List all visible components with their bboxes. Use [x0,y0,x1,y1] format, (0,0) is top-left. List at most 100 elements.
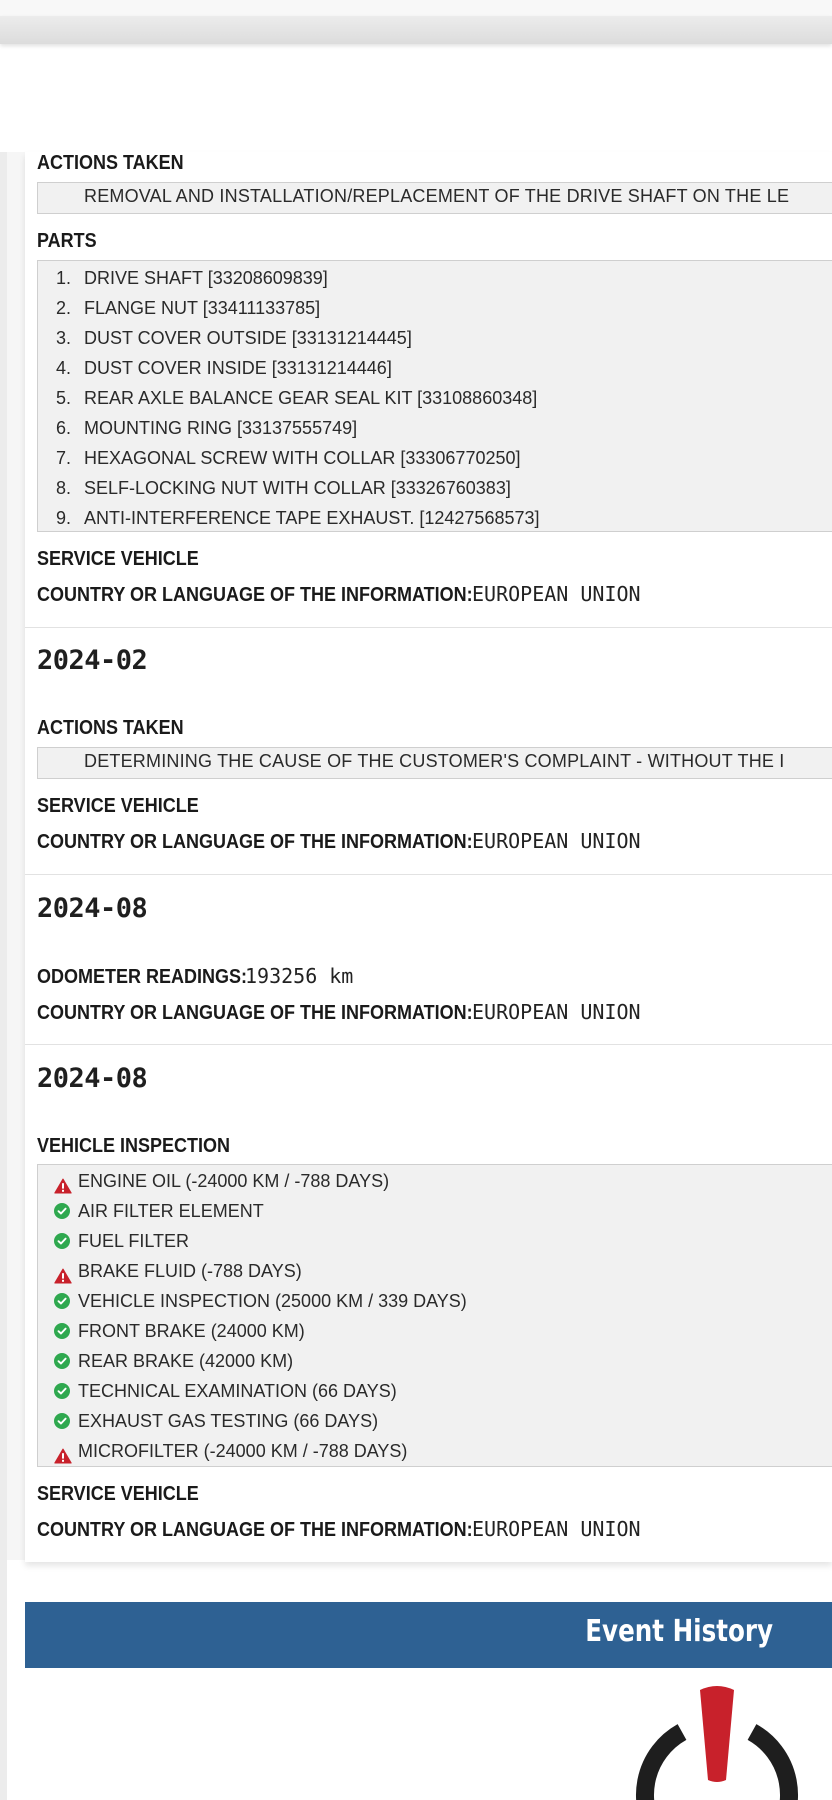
part-text: HEXAGONAL SCREW WITH COLLAR [33306770250… [84,448,521,468]
inspection-item: BRAKE FLUID (-788 DAYS) [38,1256,832,1286]
part-item: 3. DUST COVER OUTSIDE [33131214445] [38,323,832,353]
part-number: 8. [56,478,72,498]
actions-taken-label: ACTIONS TAKEN [37,717,184,739]
entry-divider [25,1044,832,1045]
country-value: EUROPEAN UNION [472,582,641,606]
inspection-item-text: REAR BRAKE (42000 KM) [78,1351,294,1371]
part-text: SELF-LOCKING NUT WITH COLLAR [3332676038… [84,478,511,498]
inspection-item-text: TECHNICAL EXAMINATION (66 DAYS) [78,1381,397,1401]
odometer-value: 193256 [245,964,318,988]
parts-list: 1. DRIVE SHAFT [33208609839] 2. FLANGE NUT … [38,261,832,531]
country-label: COUNTRY OR LANGUAGE OF THE INFORMATION: [37,1002,473,1024]
parts-box: 1. DRIVE SHAFT [33208609839] 2. FLANGE NUT … [37,260,832,532]
part-item: 8. SELF-LOCKING NUT WITH COLLAR [33326760… [38,473,832,503]
inspection-item: REAR BRAKE (42000 KM) [38,1346,832,1376]
entry-divider [25,874,832,875]
vehicle-inspection-label: VEHICLE INSPECTION [37,1135,231,1157]
check-icon [54,1413,70,1429]
inspection-box: ENGINE OIL (-24000 KM / -788 DAYS) AIR FI… [37,1164,832,1467]
part-text: REAR AXLE BALANCE GEAR SEAL KIT [3310886… [84,388,538,408]
part-number: 5. [56,388,72,408]
odometer-label: ODOMETER READINGS: [37,966,248,988]
odometer-unit: km [329,964,354,988]
part-number: 3. [56,328,72,348]
inspection-item: FUEL FILTER [38,1226,832,1256]
inspection-item-text: AIR FILTER ELEMENT [78,1201,264,1221]
inspection-item: AIR FILTER ELEMENT [38,1196,832,1226]
part-number: 6. [56,418,72,438]
entry-divider [25,627,832,628]
inspection-item-text: ENGINE OIL (-24000 KM / -788 DAYS) [78,1171,390,1191]
warning-icon [54,1173,72,1194]
inspection-list: ENGINE OIL (-24000 KM / -788 DAYS) AIR FI… [38,1165,832,1466]
left-rail [0,152,7,1800]
part-number: 1. [56,268,72,288]
part-text: MOUNTING RING [33137555749] [84,418,358,438]
event-history-header: Event History [25,1602,832,1668]
inspection-item: FRONT BRAKE (24000 KM) [38,1316,832,1346]
country-line: COUNTRY OR LANGUAGE OF THE INFORMATION: … [37,582,641,608]
check-icon [54,1383,70,1399]
page-column: ACTIONS TAKEN REMOVAL AND INSTALLATION/R… [25,0,832,1800]
part-text: DUST COVER INSIDE [33131214446] [84,358,392,378]
part-item: 7. HEXAGONAL SCREW WITH COLLAR [333067702… [38,443,832,473]
part-item: 5. REAR AXLE BALANCE GEAR SEAL KIT [33108… [38,383,832,413]
inspection-item-text: EXHAUST GAS TESTING (66 DAYS) [78,1411,379,1431]
inspection-item: MICROFILTER (-24000 KM / -788 DAYS) [38,1436,832,1466]
part-number: 2. [56,298,72,318]
inspection-item-text: BRAKE FLUID (-788 DAYS) [78,1261,302,1281]
part-text: DUST COVER OUTSIDE [33131214445] [84,328,412,348]
part-item: 4. DUST COVER INSIDE [33131214446] [38,353,832,383]
inspection-item: TECHNICAL EXAMINATION (66 DAYS) [38,1376,832,1406]
entry-date: 2024-02 [37,645,148,676]
warning-icon [54,1443,72,1464]
part-item: 6. MOUNTING RING [33137555749] [38,413,832,443]
part-number: 7. [56,448,72,468]
country-value: EUROPEAN UNION [472,1000,641,1024]
left-rail-inner [7,152,25,1560]
warning-icon [54,1263,72,1284]
part-item: 9. ANTI-INTERFERENCE TAPE EXHAUST. [12427… [38,503,832,531]
check-icon [54,1293,70,1309]
part-item: 1. DRIVE SHAFT [33208609839] [38,263,832,293]
inspection-item: ENGINE OIL (-24000 KM / -788 DAYS) [38,1166,832,1196]
check-icon [54,1233,70,1249]
actions-taken-text: DETERMINING THE CAUSE OF THE CUSTOMER'S … [84,751,785,771]
service-vehicle-label: SERVICE VEHICLE [37,795,199,817]
entry-date: 2024-08 [37,1063,148,1094]
actions-taken-box: REMOVAL AND INSTALLATION/REPLACEMENT OF … [37,182,832,214]
country-line: COUNTRY OR LANGUAGE OF THE INFORMATION: … [37,1517,641,1543]
check-icon [54,1353,70,1369]
part-number: 9. [56,508,72,528]
inspection-item-text: FRONT BRAKE (24000 KM) [78,1321,305,1341]
country-value: EUROPEAN UNION [472,829,641,853]
actions-taken-label: ACTIONS TAKEN [37,152,184,174]
part-number: 4. [56,358,72,378]
entry-date: 2024-08 [37,893,148,924]
country-label: COUNTRY OR LANGUAGE OF THE INFORMATION: [37,584,473,606]
inspection-item: EXHAUST GAS TESTING (66 DAYS) [38,1406,832,1436]
country-line: COUNTRY OR LANGUAGE OF THE INFORMATION: … [37,829,641,855]
odometer-line: ODOMETER READINGS: 193256 km [37,964,353,989]
part-item: 2. FLANGE NUT [33411133785] [38,293,832,323]
actions-taken-box: DETERMINING THE CAUSE OF THE CUSTOMER'S … [37,747,832,779]
inspection-item-text: FUEL FILTER [78,1231,190,1251]
part-text: DRIVE SHAFT [33208609839] [84,268,328,288]
service-vehicle-label: SERVICE VEHICLE [37,548,199,570]
country-value: EUROPEAN UNION [472,1517,641,1541]
country-label: COUNTRY OR LANGUAGE OF THE INFORMATION: [37,1519,473,1541]
inspection-item: VEHICLE INSPECTION (25000 KM / 339 DAYS) [38,1286,832,1316]
part-text: ANTI-INTERFERENCE TAPE EXHAUST. [1242756… [84,508,540,528]
actions-taken-text: REMOVAL AND INSTALLATION/REPLACEMENT OF … [84,186,790,206]
country-label: COUNTRY OR LANGUAGE OF THE INFORMATION: [37,831,473,853]
parts-label: PARTS [37,230,97,252]
inspection-item-text: MICROFILTER (-24000 KM / -788 DAYS) [78,1441,408,1461]
check-icon [54,1203,70,1219]
part-text: FLANGE NUT [33411133785] [84,298,321,318]
check-icon [54,1323,70,1339]
alert-power-icon [636,1686,798,1800]
service-vehicle-label: SERVICE VEHICLE [37,1483,199,1505]
country-line: COUNTRY OR LANGUAGE OF THE INFORMATION: … [37,1000,641,1026]
inspection-item-text: VEHICLE INSPECTION (25000 KM / 339 DAYS) [78,1291,467,1311]
event-history-title: Event History [585,1614,773,1649]
